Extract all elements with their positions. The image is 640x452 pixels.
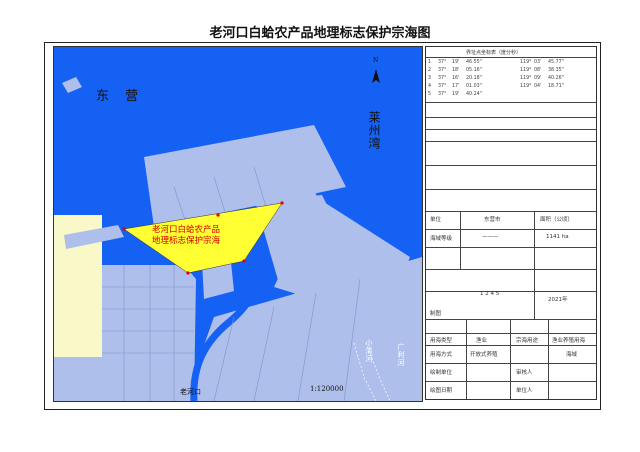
info-v-grade: ——— bbox=[482, 234, 499, 240]
map-title: 老河口白蛤农产品地理标志保护宗海图 bbox=[209, 26, 431, 41]
info-v-area: 1141 ha bbox=[546, 234, 569, 240]
footer-r4-c3: 单位人 bbox=[516, 388, 533, 394]
coord-table-header: 界址点坐标表（度分秒） bbox=[466, 50, 522, 56]
footer-r1-c3: 宗海用途 bbox=[516, 338, 539, 344]
coord-row-5: 5 37° 19' 40.24" bbox=[428, 92, 482, 97]
label-river-2: 广利河 bbox=[397, 343, 405, 367]
info-panel: 界址点坐标表（度分秒） 1 37° 19' 46.55" 119° 03' 45.77" 2… bbox=[425, 46, 597, 400]
footer-r1-c1: 用海类型 bbox=[430, 338, 453, 344]
footer-r1-c4: 渔业养殖用海 bbox=[552, 338, 586, 344]
info-k-unit: 单位 bbox=[430, 217, 442, 223]
info-v-unit: 东营市 bbox=[484, 217, 501, 223]
info-k-grade: 海域等级 bbox=[430, 236, 453, 242]
footer-r2-c4: 海域 bbox=[566, 352, 578, 358]
footer-r3-c3: 审核人 bbox=[516, 370, 533, 376]
label-dongying: 东 营 bbox=[96, 89, 145, 104]
coord-row-2: 2 37° 18' 05.16" 119° 08' 38.35" bbox=[428, 68, 564, 73]
footer-r1-c2: 渔业 bbox=[476, 338, 488, 344]
field-k-drawing: 制图 bbox=[430, 311, 442, 317]
label-laizhou-bay: 莱州湾 bbox=[367, 111, 381, 150]
coord-row-1: 1 37° 19' 46.55" 119° 03' 45.77" bbox=[428, 60, 564, 65]
north-label: N bbox=[373, 57, 379, 64]
field-v-year: 2021年 bbox=[548, 297, 568, 303]
footer-r3-c1: 绘制单位 bbox=[430, 370, 453, 376]
map-canvas[interactable]: 东 营 莱州湾 老河口白蛤农产品 地理标志保护宗海 小清河 广利河 老河口 1:… bbox=[53, 46, 423, 402]
label-laohekou: 老河口 bbox=[180, 388, 201, 396]
label-protected-area-line2: 地理标志保护宗海 bbox=[152, 236, 221, 246]
coord-row-4: 4 37° 17' 01.03" 119° 04' 18.71" bbox=[428, 84, 564, 89]
footer-r4-c1: 绘图日期 bbox=[430, 388, 453, 394]
land-block-bottom bbox=[54, 357, 124, 401]
info-k-area: 面积（公顷） bbox=[540, 217, 574, 223]
coord-row-3: 3 37° 16' 20.18" 119° 09' 40.26" bbox=[428, 76, 564, 81]
label-protected-area-line1: 老河口白蛤农产品 bbox=[152, 225, 221, 235]
label-protected-area: 老河口白蛤农产品 地理标志保护宗海 bbox=[152, 225, 220, 247]
label-river-estuary: 小清河 bbox=[365, 339, 373, 363]
footer-r2-c1: 用海方式 bbox=[430, 352, 453, 358]
footer-r2-c2: 开放式养殖 bbox=[470, 352, 498, 358]
scale-label: 1:120000 bbox=[310, 385, 344, 393]
field-v-drawing: 1 2 4 5 bbox=[480, 291, 500, 297]
